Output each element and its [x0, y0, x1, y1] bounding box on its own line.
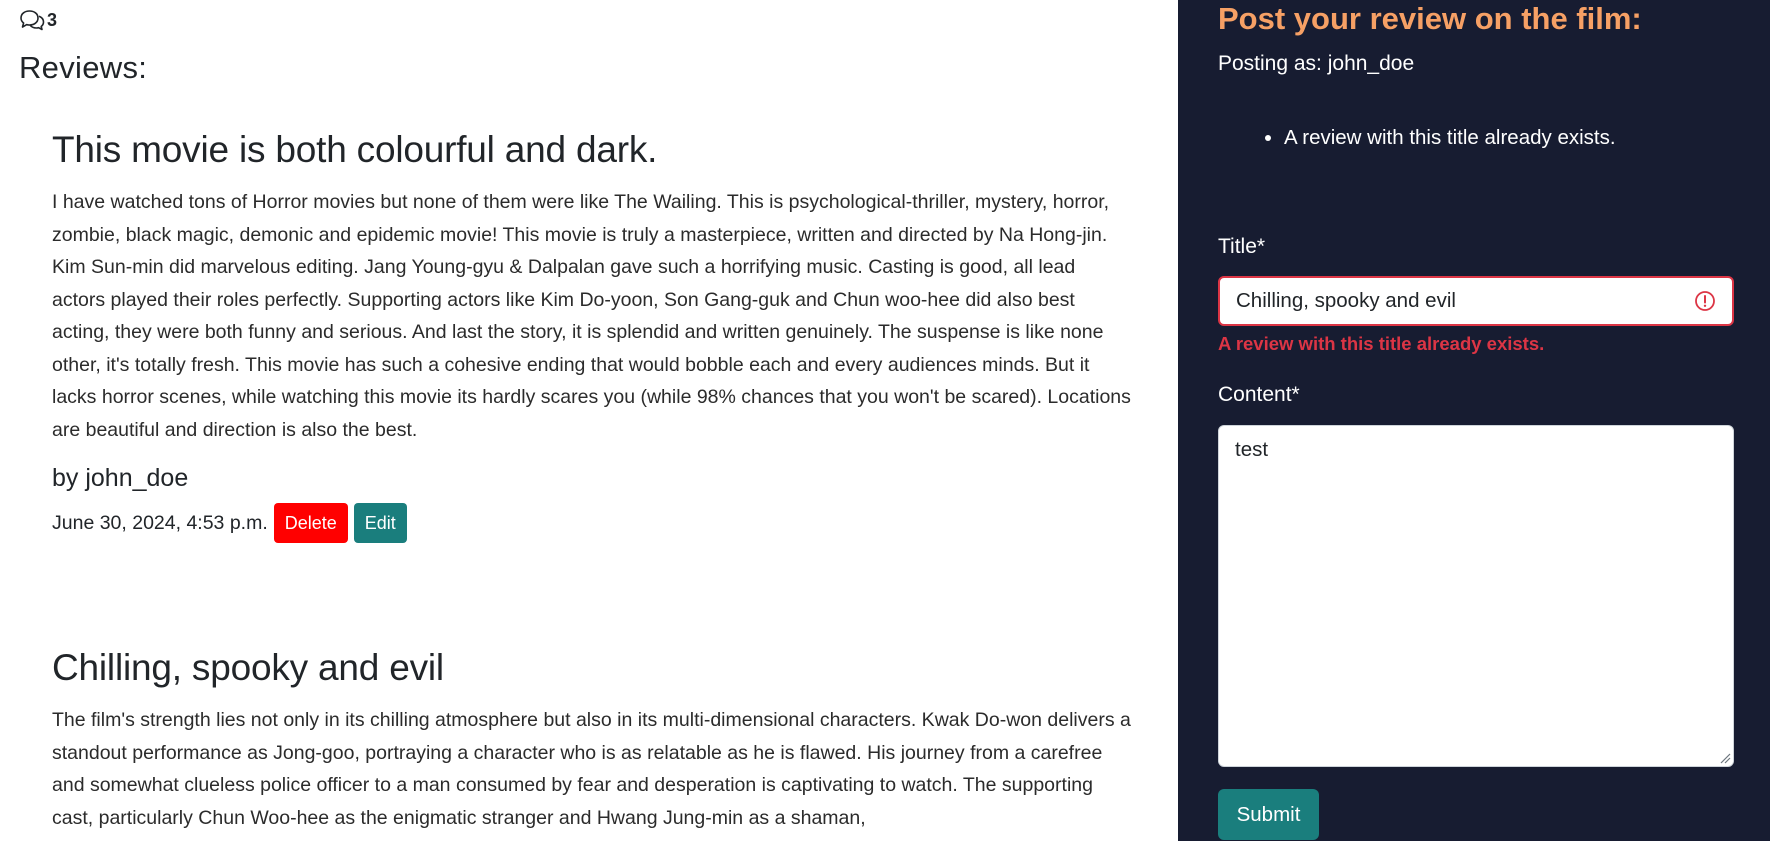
form-error-item: A review with this title already exists. — [1284, 126, 1616, 150]
form-heading: Post your review on the film: — [1218, 1, 1642, 36]
form-error-list: A review with this title already exists. — [1218, 126, 1616, 150]
resize-handle-icon[interactable] — [1719, 752, 1731, 764]
review-meta: June 30, 2024, 4:53 p.m. Delete Edit — [52, 503, 1132, 544]
comment-count: 3 — [19, 9, 57, 31]
content-textarea-value: test — [1235, 438, 1269, 461]
comment-count-value: 3 — [47, 9, 58, 30]
exclamation-circle-icon — [1695, 291, 1715, 311]
review-card: This movie is both colourful and dark. I… — [52, 128, 1132, 544]
posting-as: Posting as: john_doe — [1218, 52, 1415, 75]
page: 3 Reviews: This movie is both colourful … — [0, 0, 1770, 841]
review-author: by john_doe — [52, 464, 189, 493]
review-title: Chilling, spooky and evil — [52, 647, 444, 688]
review-form-panel: Post your review on the film: Posting as… — [1178, 0, 1770, 841]
reviews-section: 3 Reviews: This movie is both colourful … — [0, 0, 1178, 841]
edit-button[interactable]: Edit — [353, 503, 407, 544]
chat-bubbles-icon — [20, 10, 45, 31]
delete-button[interactable]: Delete — [273, 503, 348, 544]
review-body: The film's strength lies not only in its… — [52, 709, 1131, 829]
title-input-value: Chilling, spooky and evil — [1236, 289, 1456, 312]
review-card: Chilling, spooky and evil The film's str… — [52, 646, 1132, 834]
title-label: Title* — [1218, 235, 1266, 258]
review-date: June 30, 2024, 4:53 p.m. — [52, 511, 268, 534]
content-label: Content* — [1218, 383, 1300, 406]
content-textarea[interactable]: test — [1218, 425, 1734, 767]
review-title: This movie is both colourful and dark. — [52, 129, 658, 170]
reviews-heading: Reviews: — [19, 50, 148, 85]
title-input[interactable]: Chilling, spooky and evil — [1218, 276, 1734, 326]
review-body: I have watched tons of Horror movies but… — [52, 191, 1131, 441]
title-error-message: A review with this title already exists. — [1218, 333, 1545, 354]
submit-button[interactable]: Submit — [1218, 789, 1319, 840]
